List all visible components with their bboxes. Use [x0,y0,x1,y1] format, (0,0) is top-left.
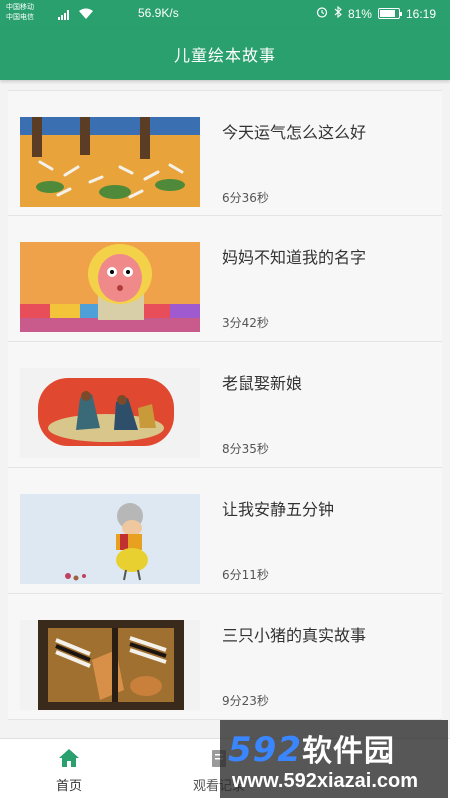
carrier-info: 中国移动 中国电信 [6,3,34,23]
story-thumbnail[interactable] [20,368,200,458]
page-title: 儿童绘本故事 [173,46,276,65]
nav-home-label: 首页 [55,779,82,794]
story-item[interactable]: 让我安静五分钟 6分11秒 [8,468,442,594]
watermark: 592软件园 www.592xiazai.com [220,720,448,798]
story-duration: 6分36秒 [222,191,269,205]
carrier-primary: 中国移动 [6,4,34,11]
nav-home[interactable]: 首页 [24,747,114,794]
story-title: 三只小猪的真实故事 [222,626,367,645]
clock: 16:19 [405,6,436,21]
home-icon [58,747,80,769]
signal-icon [58,7,72,25]
story-duration: 9分23秒 [222,694,269,708]
story-list[interactable]: 今天运气怎么这么好 6分36秒 妈妈不知道我的名字 3分42秒 老鼠娶新娘 8分… [8,90,442,740]
battery-percent: 81% [347,6,372,21]
wifi-icon [78,7,94,25]
bluetooth-icon [334,5,342,21]
story-thumbnail[interactable] [20,620,200,710]
story-item[interactable]: 妈妈不知道我的名字 3分42秒 [8,216,442,342]
story-title: 今天运气怎么这么好 [222,123,367,142]
story-item[interactable]: 今天运气怎么这么好 6分36秒 [8,90,442,216]
status-bar: 中国移动 中国电信 56.9K/s 81% 16:19 [0,0,450,28]
story-thumbnail[interactable] [20,117,200,207]
story-thumbnail[interactable] [20,494,200,584]
watermark-logo: 592软件园 [228,726,395,770]
story-duration: 6分11秒 [222,568,269,582]
app-bar: 儿童绘本故事 [0,28,450,80]
story-title: 妈妈不知道我的名字 [222,248,367,267]
watermark-logo-number: 592 [228,730,302,770]
story-title: 老鼠娶新娘 [222,374,303,393]
story-duration: 3分42秒 [222,316,269,330]
carrier-secondary: 中国电信 [6,14,34,21]
watermark-logo-text: 软件园 [301,734,395,769]
battery-icon [377,8,402,19]
story-title: 让我安静五分钟 [222,500,335,519]
network-speed: 56.9K/s [138,6,179,20]
watermark-url: www.592xiazai.com [232,770,419,792]
story-item[interactable]: 三只小猪的真实故事 9分23秒 [8,594,442,720]
alarm-icon [316,6,328,21]
story-thumbnail[interactable] [20,242,200,332]
story-item[interactable]: 老鼠娶新娘 8分35秒 [8,342,442,468]
story-duration: 8分35秒 [222,442,269,456]
